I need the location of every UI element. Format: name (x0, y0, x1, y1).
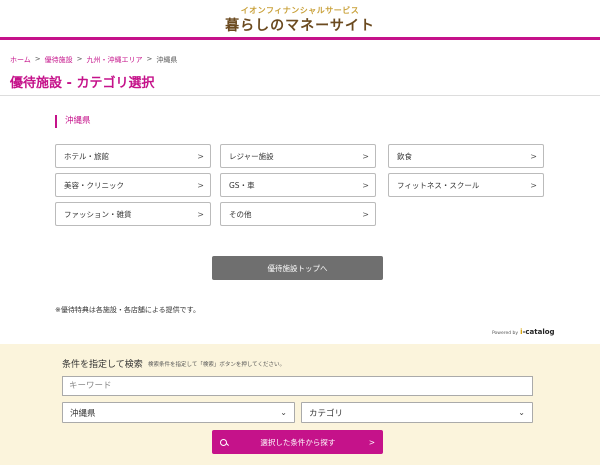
chevron-right-icon: > (368, 437, 375, 447)
prefecture-select[interactable]: 沖縄県 ⌄ (62, 402, 295, 423)
chevron-right-icon: > (530, 151, 537, 161)
category-label: フィットネス・スクール (397, 180, 480, 190)
prefecture-heading: 沖縄県 (55, 115, 91, 128)
prefecture-select-value: 沖縄県 (70, 408, 96, 419)
chevron-right-icon: > (362, 151, 369, 161)
search-submit-label: 選択した条件から探す (260, 437, 336, 447)
category-label: GS・車 (229, 180, 255, 190)
category-button-leisure[interactable]: レジャー施設 > (220, 144, 376, 168)
category-select[interactable]: カテゴリ ⌄ (301, 402, 533, 423)
chevron-right-icon: > (530, 180, 537, 190)
divider (0, 95, 600, 96)
breadcrumb-separator: > (146, 55, 153, 63)
category-button-hotel[interactable]: ホテル・旅館 > (55, 144, 211, 168)
chevron-right-icon: > (362, 180, 369, 190)
search-icon (220, 438, 227, 446)
category-button-fitness[interactable]: フィットネス・スクール > (388, 173, 544, 197)
category-label: ホテル・旅館 (64, 151, 109, 161)
site-header: イオンフィナンシャルサービス 暮らしのマネーサイト (0, 0, 600, 40)
category-label: レジャー施設 (229, 151, 274, 161)
site-logo[interactable]: 暮らしのマネーサイト (0, 15, 600, 35)
search-title: 条件を指定して検索 (62, 360, 143, 370)
i-catalog-logo-text: -catalog (522, 328, 555, 336)
category-button-beauty[interactable]: 美容・クリニック > (55, 173, 211, 197)
chevron-right-icon: > (197, 180, 204, 190)
breadcrumb-facilities[interactable]: 優待施設 (45, 55, 73, 65)
keyword-input[interactable] (62, 376, 533, 396)
breadcrumb-area[interactable]: 九州・沖縄エリア (87, 55, 143, 65)
chevron-right-icon: > (362, 209, 369, 219)
category-label: その他 (229, 209, 252, 219)
chevron-down-icon: ⌄ (280, 408, 287, 417)
search-submit-button[interactable]: 選択した条件から探す > (212, 430, 383, 454)
page-title: 優待施設 - カテゴリ選択 (10, 76, 155, 91)
i-catalog-logo: i-catalog (520, 328, 554, 336)
category-label: 美容・クリニック (64, 180, 124, 190)
category-button-food[interactable]: 飲食 > (388, 144, 544, 168)
breadcrumb: ホーム > 優待施設 > 九州・沖縄エリア > 沖縄県 (10, 55, 177, 65)
chevron-right-icon: > (197, 209, 204, 219)
category-button-fashion[interactable]: ファッション・雑貨 > (55, 202, 211, 226)
category-button-gs-car[interactable]: GS・車 > (220, 173, 376, 197)
category-button-other[interactable]: その他 > (220, 202, 376, 226)
category-label: ファッション・雑貨 (64, 209, 132, 219)
breadcrumb-home[interactable]: ホーム (10, 55, 31, 65)
chevron-right-icon: > (197, 151, 204, 161)
breadcrumb-current: 沖縄県 (156, 56, 178, 64)
chevron-down-icon: ⌄ (518, 408, 525, 417)
breadcrumb-separator: > (76, 55, 83, 63)
search-help-text: 検索条件を指定して「検索」ボタンを押してください。 (148, 362, 286, 368)
breadcrumb-separator: > (34, 55, 41, 63)
powered-by-label: Powered by (492, 331, 519, 336)
facilities-top-button[interactable]: 優待施設トップへ (212, 256, 383, 280)
category-label: 飲食 (397, 151, 412, 161)
notice-text: ※優待特典は各施設・各店舗による提供です。 (55, 306, 200, 314)
category-select-value: カテゴリ (309, 408, 344, 419)
powered-by-logo: Powered by i-catalog (492, 328, 555, 336)
